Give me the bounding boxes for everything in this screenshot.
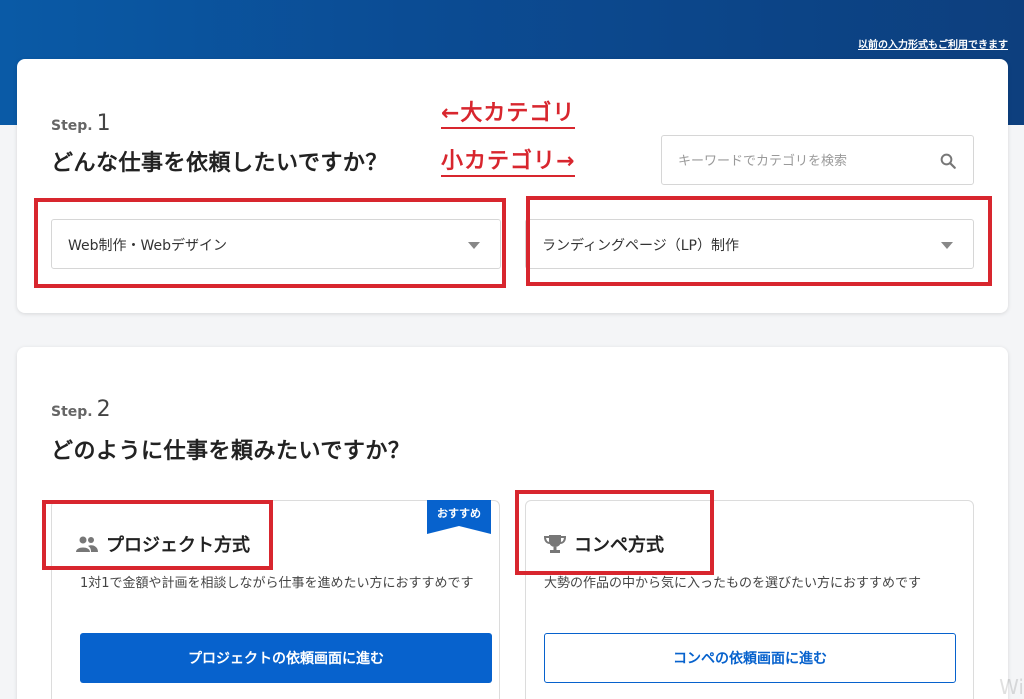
legacy-form-link[interactable]: 以前の入力形式もご利用できます <box>858 36 1008 51</box>
step2-label: Step. 2 <box>51 397 111 422</box>
project-method-description: 1対1で金額や計画を相談しながら仕事を進めたい方におすすめです <box>80 576 474 591</box>
recommended-badge-label: おすすめ <box>437 507 481 520</box>
step1-number: 1 <box>96 111 111 136</box>
major-category-highlight <box>34 198 506 288</box>
step2-number: 2 <box>96 397 111 422</box>
competition-method-description: 大勢の作品の中から気に入ったものを選びたい方におすすめです <box>544 576 922 591</box>
os-watermark: Wi <box>999 675 1024 699</box>
minor-category-highlight <box>526 196 992 286</box>
recommended-badge: おすすめ <box>427 500 491 534</box>
category-search-input[interactable] <box>678 151 928 171</box>
step2-question: どのように仕事を頼みたいですか？ <box>51 439 411 464</box>
step1-label: Step. 1 <box>51 111 111 136</box>
major-category-annotation: ←大カテゴリ <box>441 101 576 129</box>
category-search[interactable] <box>661 135 974 185</box>
search-icon[interactable] <box>939 152 957 170</box>
step1-question: どんな仕事を依頼したいですか？ <box>51 151 388 176</box>
competition-method-highlight <box>515 490 714 575</box>
competition-request-button[interactable]: コンペの依頼画面に進む <box>544 633 956 683</box>
minor-category-annotation: 小カテゴリ→ <box>441 149 576 177</box>
project-method-highlight <box>42 500 273 570</box>
project-request-button[interactable]: プロジェクトの依頼画面に進む <box>80 633 492 683</box>
